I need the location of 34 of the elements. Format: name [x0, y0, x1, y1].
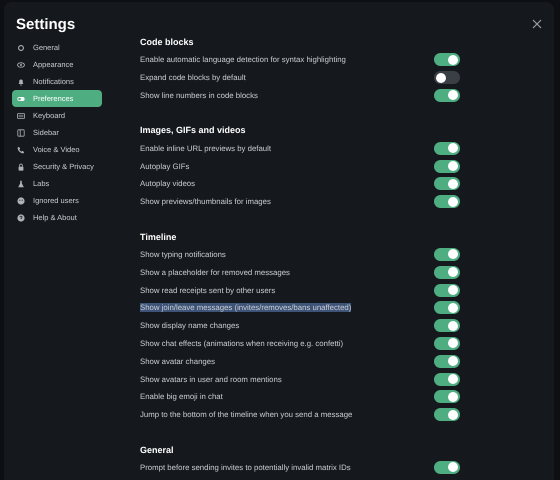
lock-icon — [17, 162, 25, 170]
close-icon[interactable] — [532, 19, 542, 29]
section-heading: Timeline — [140, 230, 178, 244]
toggle-switch[interactable] — [434, 53, 460, 66]
toggle-switch[interactable] — [434, 266, 460, 279]
toggle-switch[interactable] — [434, 71, 460, 84]
toggle-switch[interactable] — [434, 248, 460, 261]
help-icon — [17, 214, 25, 222]
phone-icon — [17, 146, 25, 154]
flask-icon — [17, 180, 25, 188]
toggle-switch[interactable] — [434, 284, 460, 297]
toggle-switch[interactable] — [434, 88, 460, 102]
toggle-switch[interactable] — [434, 354, 460, 368]
toggle-switch[interactable] — [434, 195, 460, 208]
toggle-switch[interactable] — [434, 301, 460, 314]
toggle-switch[interactable] — [434, 336, 460, 350]
keyboard-icon — [17, 112, 25, 120]
toggle-switch[interactable] — [434, 160, 460, 173]
toggle-switch[interactable] — [434, 460, 460, 474]
toggle-switch[interactable] — [434, 319, 460, 332]
dialog-title: Settings — [16, 16, 76, 32]
toggle-icon — [17, 94, 25, 102]
toggle-switch[interactable] — [434, 408, 460, 422]
sidebar-icon — [17, 128, 25, 136]
face-icon — [17, 196, 25, 204]
section-heading: General — [140, 444, 175, 457]
toggle-switch[interactable] — [434, 390, 460, 404]
toggle-switch[interactable] — [434, 177, 460, 190]
section-heading: Images, GIFs and videos — [140, 124, 247, 138]
toggle-switch[interactable] — [434, 142, 460, 155]
section-heading: Code blocks — [140, 36, 195, 49]
bell-icon — [17, 78, 25, 86]
toggle-switch[interactable] — [434, 372, 460, 386]
eye-icon — [17, 60, 25, 68]
